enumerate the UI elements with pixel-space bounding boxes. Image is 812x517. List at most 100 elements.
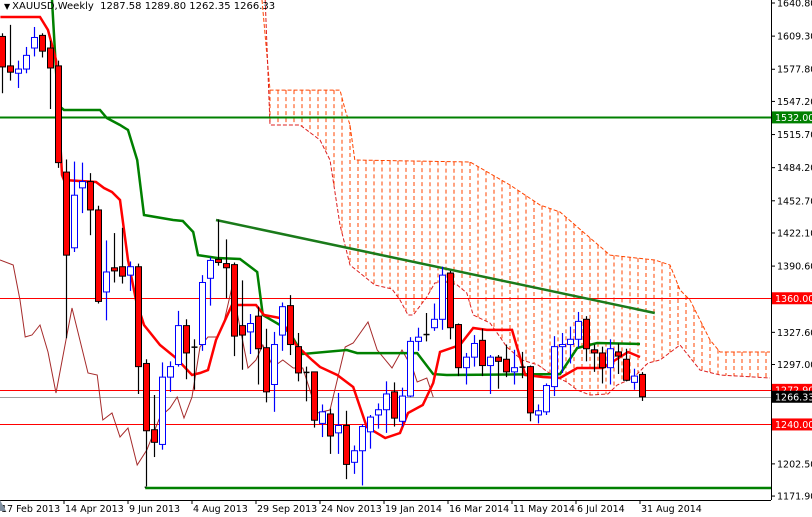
candle-body — [335, 425, 342, 434]
candle — [639, 372, 646, 401]
candle — [7, 24, 14, 81]
candle-body — [55, 65, 62, 164]
candle-body — [295, 346, 302, 374]
candle-body — [127, 266, 134, 276]
date-tick-label: 4 Aug 2013 — [193, 504, 248, 515]
candle-body — [47, 47, 54, 69]
candle — [55, 60, 62, 168]
candle — [175, 310, 182, 367]
candle-body — [287, 305, 294, 346]
candle — [359, 424, 366, 486]
candle — [271, 331, 278, 412]
candle — [335, 392, 342, 454]
candle-body — [167, 366, 174, 378]
candle-body — [399, 395, 406, 422]
candle — [495, 355, 502, 389]
date-tick-label: 29 Sep 2013 — [257, 504, 317, 515]
candle — [239, 280, 246, 370]
candle-body — [87, 181, 94, 211]
candle-body — [239, 325, 246, 336]
candle — [303, 366, 310, 402]
candle — [135, 263, 142, 394]
candle-body — [551, 346, 558, 388]
candle — [583, 316, 590, 362]
candle — [479, 328, 486, 377]
candle-body — [111, 267, 118, 272]
candle-body — [151, 429, 158, 443]
candlesticks — [0, 24, 646, 487]
candle-body — [487, 356, 494, 367]
price-tick-label: 1422.10 — [777, 228, 812, 239]
candle — [63, 159, 70, 339]
candle — [231, 262, 238, 357]
candle — [71, 161, 78, 253]
date-tick-label: 14 Apr 2013 — [65, 504, 124, 515]
date-tick-label: 24 Nov 2013 — [321, 504, 382, 515]
candle — [471, 335, 478, 367]
candle-body — [255, 315, 262, 350]
candle-body — [79, 181, 86, 189]
candle-body — [135, 266, 142, 368]
candle-body — [391, 391, 398, 419]
candle — [431, 303, 438, 331]
candle — [199, 275, 206, 351]
candle — [503, 344, 510, 378]
candle-body — [375, 409, 382, 416]
trendline — [215, 218, 656, 315]
candle-body — [591, 349, 598, 354]
candle — [535, 404, 542, 424]
candle-body — [599, 352, 606, 369]
candle — [327, 408, 334, 454]
candle — [551, 336, 558, 397]
candle-body — [319, 411, 326, 424]
candle — [399, 387, 406, 427]
price-tick-label: 1297.00 — [777, 360, 812, 371]
price-tick-label: 1452.70 — [777, 196, 812, 207]
price-tick-label: 1327.60 — [777, 328, 812, 339]
chart-title: ▼ XAUUSD,Weekly 1287.58 1289.80 1262.35 1… — [4, 1, 275, 12]
candle-body — [327, 413, 334, 437]
candle — [15, 60, 22, 88]
candle-body — [215, 258, 222, 264]
candle-body — [199, 281, 206, 346]
candle-body — [31, 36, 38, 49]
candle — [391, 382, 398, 427]
symbol-timeframe: XAUUSD,Weekly — [12, 1, 94, 12]
candle-body — [343, 425, 350, 465]
candle — [143, 359, 150, 487]
candle — [223, 239, 230, 299]
candle — [439, 266, 446, 330]
candle-body — [23, 54, 30, 70]
price-chart[interactable]: 1640.80 1609.30 1577.80 1547.20 1515.70 1484.… — [0, 0, 812, 517]
candle — [31, 26, 38, 57]
candle — [319, 404, 326, 438]
candle — [351, 445, 358, 474]
candle-body — [415, 336, 422, 342]
candle-body — [119, 266, 126, 277]
candle-body — [103, 271, 110, 293]
candle — [79, 162, 86, 214]
candle — [103, 240, 110, 321]
candle-body — [223, 263, 230, 269]
candle-body — [279, 306, 286, 336]
candle-body — [383, 393, 390, 411]
candle-body — [639, 373, 646, 398]
candle — [607, 339, 614, 385]
candle-body — [439, 274, 446, 320]
candle — [367, 414, 374, 449]
date-tick-label: 16 Mar 2014 — [449, 504, 509, 515]
candle-body — [527, 366, 534, 414]
candle-body — [503, 358, 510, 373]
candle — [463, 352, 470, 385]
candle — [263, 328, 270, 403]
candle-body — [463, 356, 470, 369]
triangle-down-icon[interactable]: ▼ — [4, 2, 10, 11]
candle-body — [447, 272, 454, 329]
candle-body — [615, 351, 622, 357]
candle-body — [583, 318, 590, 350]
candle-body — [207, 259, 214, 279]
chikou-span-line — [0, 259, 434, 467]
horizontal-levels — [0, 116, 771, 490]
candle — [87, 173, 94, 236]
candle — [247, 314, 254, 354]
